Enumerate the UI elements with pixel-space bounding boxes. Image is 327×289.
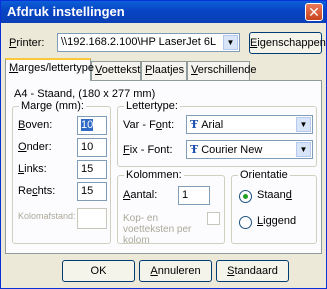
chevron-down-icon[interactable]: ▼ xyxy=(223,35,238,50)
printer-value: \\192.168.2.100\HP LaserJet 6L xyxy=(61,36,217,48)
fix-font-label: Fix - Font: xyxy=(123,144,173,156)
bottom-margin-label: Onder: xyxy=(18,141,52,153)
orientation-group: Orientatie Staand Liggend xyxy=(231,169,317,244)
headers-per-column-label: Kop- en voetteksten per kolom xyxy=(123,213,192,246)
headers-per-column-checkbox[interactable] xyxy=(207,212,220,225)
close-button[interactable]: ✕ xyxy=(305,3,323,21)
window-title: Afdruk instellingen xyxy=(7,4,125,19)
default-button[interactable]: Standaard xyxy=(216,260,289,282)
landscape-radio[interactable] xyxy=(239,216,252,229)
truetype-font-icon: Ŧ xyxy=(190,118,199,131)
bottom-margin-input[interactable]: 10 xyxy=(77,138,107,157)
column-count-input[interactable]: 1 xyxy=(178,186,210,205)
margins-group-title: Marge (mm): xyxy=(19,100,86,112)
right-margin-input[interactable]: 15 xyxy=(77,182,107,201)
tab-misc[interactable]: Verschillende xyxy=(187,61,256,80)
margins-group: Marge (mm): Boven: 10 Onder: 10 Links: 1… xyxy=(12,100,111,244)
left-margin-input[interactable]: 15 xyxy=(77,160,107,179)
title-bar[interactable]: Afdruk instellingen ✕ xyxy=(1,1,326,23)
var-font-select[interactable]: Ŧ Arial ▼ xyxy=(186,115,313,134)
fix-font-value: Courier New xyxy=(201,144,263,156)
columns-group: Kolommen: Aantal: 1 Kop- en voetteksten … xyxy=(117,169,225,246)
var-font-value: Arial xyxy=(201,119,224,131)
truetype-font-icon: Ŧ xyxy=(190,143,199,156)
top-margin-label: Boven: xyxy=(18,119,53,131)
cancel-button[interactable]: Annuleren xyxy=(139,260,212,282)
portrait-label[interactable]: Staand xyxy=(257,189,292,201)
tab-panel: A4 - Staand, (180 x 277 mm) Marge (mm): … xyxy=(5,80,322,254)
font-group-title: Lettertype: xyxy=(124,100,180,112)
var-font-label: Var - Font: xyxy=(123,119,175,131)
chevron-down-icon[interactable]: ▼ xyxy=(296,142,311,157)
portrait-radio[interactable] xyxy=(239,190,252,203)
printer-select[interactable]: \\192.168.2.100\HP LaserJet 6L ▼ xyxy=(57,33,240,52)
column-spacing-input[interactable] xyxy=(77,208,107,229)
landscape-label[interactable]: Liggend xyxy=(257,215,296,227)
fix-font-select[interactable]: Ŧ Courier New ▼ xyxy=(186,140,313,159)
right-margin-label: Rechts: xyxy=(18,185,56,197)
top-margin-input[interactable]: 10 xyxy=(77,116,107,135)
orientation-group-title: Orientatie xyxy=(238,169,290,181)
left-margin-label: Links: xyxy=(18,163,47,175)
tab-margins-font[interactable]: Marges/lettertype xyxy=(5,58,94,81)
properties-button[interactable]: Eigenschappen xyxy=(249,32,326,54)
close-icon: ✕ xyxy=(308,4,320,20)
tab-footer[interactable]: Voettekst xyxy=(91,61,141,80)
ok-button[interactable]: OK xyxy=(62,260,135,282)
chevron-down-icon[interactable]: ▼ xyxy=(296,117,311,132)
print-settings-dialog: Afdruk instellingen ✕ Printer: \\192.168… xyxy=(0,0,327,289)
column-count-label: Aantal: xyxy=(123,189,158,201)
paper-info: A4 - Staand, (180 x 277 mm) xyxy=(14,88,156,100)
tab-images[interactable]: Plaatjes xyxy=(141,61,187,80)
font-group: Lettertype: Var - Font: Ŧ Arial ▼ Fix - F… xyxy=(117,100,317,167)
column-spacing-label: Kolomafstand: xyxy=(18,211,76,221)
printer-label: Printer: xyxy=(9,37,45,49)
columns-group-title: Kolommen: xyxy=(124,169,184,181)
